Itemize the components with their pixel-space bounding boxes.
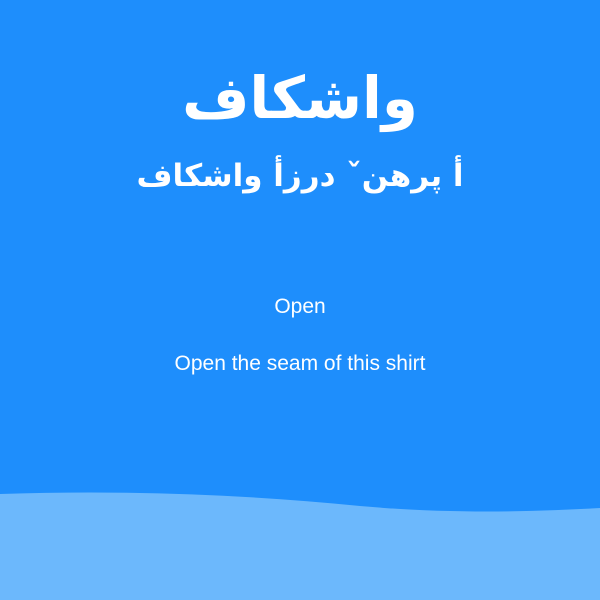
wave-shape	[0, 492, 600, 600]
wave-decoration	[0, 492, 600, 600]
example-translation: Open the seam of this shirt	[174, 352, 426, 375]
translation: Open	[274, 295, 326, 318]
headword: واشکاف	[182, 64, 418, 132]
flashcard: واشکاف أ پرهنˇ درزأ واشکاف Open Open the…	[0, 0, 600, 600]
example-phrase: أ پرهنˇ درزأ واشکاف	[136, 158, 464, 194]
